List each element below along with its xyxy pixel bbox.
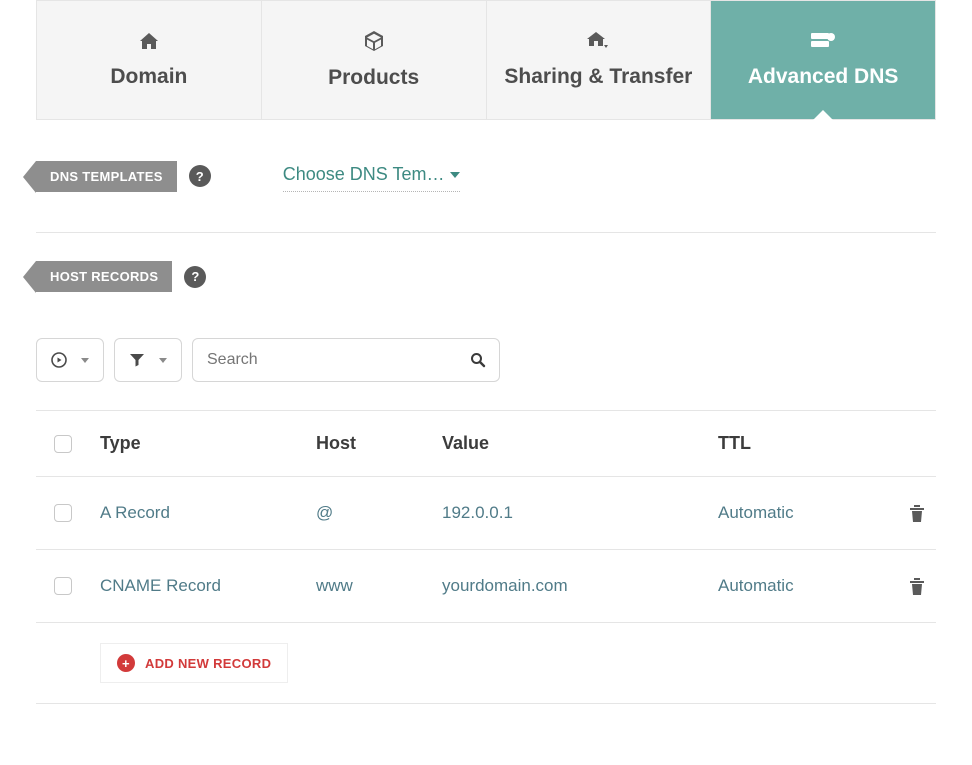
tab-products[interactable]: Products (262, 1, 487, 119)
records-toolbar (36, 338, 936, 382)
table-row: CNAME Record www yourdomain.com Automati… (36, 549, 936, 622)
table-header-row: Type Host Value TTL (36, 410, 936, 476)
filter-dropdown[interactable] (114, 338, 182, 382)
dns-templates-section: DNS TEMPLATES ? Choose DNS Tem… (36, 160, 936, 192)
row-checkbox[interactable] (54, 577, 72, 595)
trash-icon[interactable] (908, 576, 926, 596)
add-record-button[interactable]: + ADD NEW RECORD (100, 643, 288, 683)
home-icon (138, 31, 160, 51)
search-wrap (192, 338, 500, 382)
col-header-value: Value (442, 433, 718, 454)
share-icon (585, 31, 611, 51)
tab-advanced-dns[interactable]: Advanced DNS (711, 1, 935, 119)
cell-host[interactable]: @ (316, 503, 442, 523)
table-footer: + ADD NEW RECORD (36, 622, 936, 704)
filter-icon (129, 352, 145, 368)
table-row: A Record @ 192.0.0.1 Automatic (36, 476, 936, 549)
plus-icon: + (117, 654, 135, 672)
help-icon[interactable]: ? (184, 266, 206, 288)
cell-value[interactable]: yourdomain.com (442, 576, 718, 596)
server-icon (809, 31, 837, 51)
help-icon[interactable]: ? (189, 165, 211, 187)
col-header-host: Host (316, 433, 442, 454)
cell-type[interactable]: A Record (100, 503, 316, 523)
chevron-down-icon (81, 358, 89, 363)
tab-label: Products (328, 66, 419, 90)
package-icon (363, 30, 385, 52)
cell-ttl[interactable]: Automatic (718, 576, 868, 596)
select-all-checkbox[interactable] (54, 435, 72, 453)
col-header-type: Type (100, 433, 316, 454)
dns-template-dropdown[interactable]: Choose DNS Tem… (283, 160, 461, 192)
tab-domain[interactable]: Domain (37, 1, 262, 119)
tab-label: Domain (110, 65, 187, 89)
dns-templates-tag: DNS TEMPLATES (36, 161, 177, 192)
cell-ttl[interactable]: Automatic (718, 503, 868, 523)
divider (36, 232, 936, 233)
trash-icon[interactable] (908, 503, 926, 523)
tab-label: Advanced DNS (748, 65, 899, 89)
chevron-down-icon (450, 172, 460, 178)
search-icon[interactable] (470, 352, 486, 368)
host-records-section: HOST RECORDS ? (36, 261, 936, 292)
action-dropdown[interactable] (36, 338, 104, 382)
host-records-tag: HOST RECORDS (36, 261, 172, 292)
dropdown-label: Choose DNS Tem… (283, 164, 445, 185)
chevron-down-icon (159, 358, 167, 363)
row-checkbox[interactable] (54, 504, 72, 522)
search-input[interactable] (192, 338, 500, 382)
cell-host[interactable]: www (316, 576, 442, 596)
tab-sharing[interactable]: Sharing & Transfer (487, 1, 712, 119)
cell-type[interactable]: CNAME Record (100, 576, 316, 596)
records-table: Type Host Value TTL A Record @ 192.0.0.1… (36, 410, 936, 704)
play-icon (51, 352, 67, 368)
cell-value[interactable]: 192.0.0.1 (442, 503, 718, 523)
tab-label: Sharing & Transfer (504, 65, 692, 89)
col-header-ttl: TTL (718, 433, 868, 454)
add-record-label: ADD NEW RECORD (145, 656, 271, 671)
tab-bar: Domain Products Sharing & Transfer Advan… (36, 0, 936, 120)
